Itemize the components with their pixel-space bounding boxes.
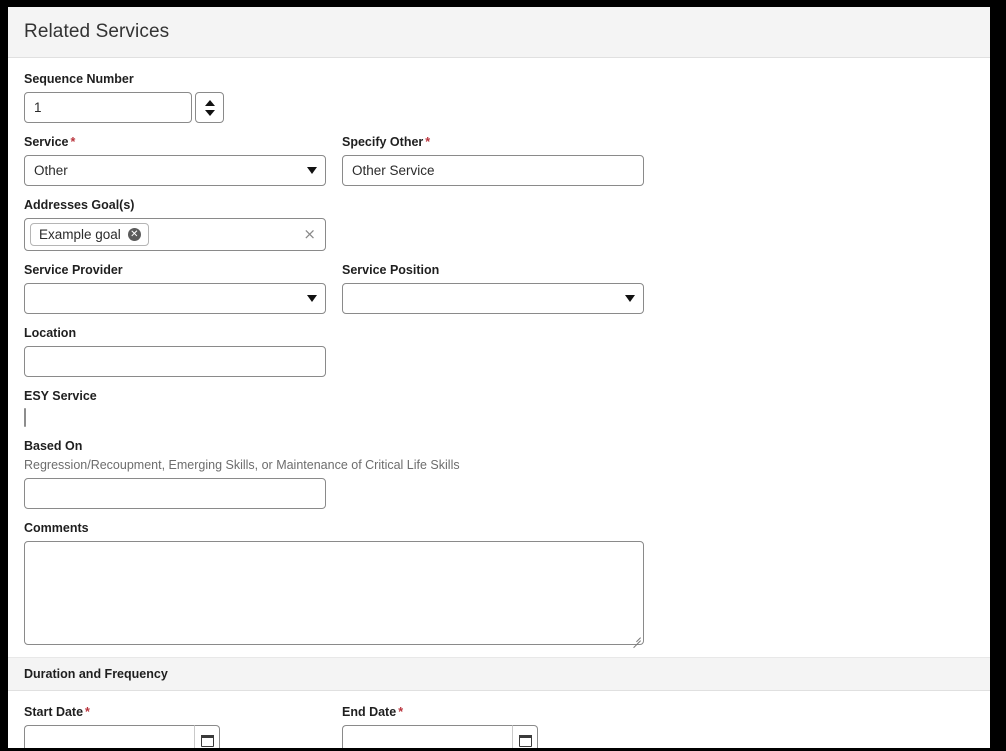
required-marker: * (398, 705, 404, 719)
field-location: Location (24, 326, 974, 377)
start-date-picker[interactable] (24, 725, 326, 748)
field-service: Service * Other (24, 135, 326, 186)
end-date-calendar-button[interactable] (512, 725, 538, 748)
label-end-date-text: End Date (342, 705, 397, 719)
label-comments: Comments (24, 521, 89, 535)
sequence-number-stepper[interactable]: 1 (24, 92, 974, 123)
label-based-on: Based On (24, 439, 83, 453)
field-comments: Comments (24, 521, 974, 649)
field-end-date: End Date * (342, 705, 644, 748)
label-service-position: Service Position (342, 263, 440, 277)
end-date-picker[interactable] (342, 725, 644, 748)
chevron-down-icon[interactable] (625, 295, 635, 302)
start-date-calendar-button[interactable] (194, 725, 220, 748)
service-selected-value: Other (34, 163, 68, 178)
clear-all-x-icon[interactable]: × (303, 227, 319, 242)
service-position-select[interactable] (342, 283, 644, 314)
label-specify-other: Specify Other * (342, 135, 644, 150)
based-on-hint: Regression/Recoupment, Emerging Skills, … (24, 458, 460, 472)
label-service-text: Service (24, 135, 69, 149)
label-start-date: Start Date * (24, 705, 326, 720)
location-input[interactable] (24, 346, 326, 377)
chevron-down-icon[interactable] (307, 295, 317, 302)
label-start-date-text: Start Date (24, 705, 84, 719)
sequence-number-value: 1 (34, 100, 42, 115)
row-provider: Service Provider Service Position (24, 263, 974, 326)
field-esy-service: ESY Service (24, 389, 974, 427)
start-date-input[interactable] (24, 725, 194, 748)
field-sequence-number: Sequence Number 1 (24, 72, 974, 123)
label-specify-other-text: Specify Other (342, 135, 424, 149)
addresses-goals-multiselect[interactable]: Example goal ✕ × (24, 218, 326, 251)
label-sequence-number: Sequence Number (24, 72, 134, 86)
based-on-input[interactable] (24, 478, 326, 509)
specify-other-value: Other Service (352, 163, 435, 178)
sequence-number-input[interactable]: 1 (24, 92, 192, 123)
required-marker: * (70, 135, 76, 149)
label-service: Service * (24, 135, 326, 150)
duration-frequency-title: Duration and Frequency (24, 667, 168, 681)
sequence-number-spin-buttons[interactable] (195, 92, 224, 123)
calendar-icon (200, 734, 214, 747)
comments-textarea[interactable] (24, 541, 644, 649)
row-service: Service * Other Specify Other * Other Serv… (24, 135, 974, 198)
goal-chip[interactable]: Example goal ✕ (30, 223, 149, 246)
caret-up-icon[interactable] (204, 99, 215, 106)
field-start-date: Start Date * (24, 705, 326, 748)
required-marker: * (85, 705, 90, 719)
duration-frequency-header: Duration and Frequency (8, 657, 990, 691)
label-addresses-goals: Addresses Goal(s) (24, 198, 135, 212)
field-addresses-goals: Addresses Goal(s) Example goal ✕ × (24, 198, 974, 251)
related-services-panel: Related Services Sequence Number 1 Servi… (8, 7, 990, 748)
field-service-provider: Service Provider (24, 263, 326, 314)
label-esy-service: ESY Service (24, 389, 97, 403)
panel-header: Related Services (8, 7, 990, 58)
circle-x-icon[interactable]: ✕ (127, 228, 141, 241)
esy-service-checkbox[interactable] (24, 408, 26, 427)
service-select[interactable]: Other (24, 155, 326, 186)
specify-other-input[interactable]: Other Service (342, 155, 644, 186)
service-provider-select[interactable] (24, 283, 326, 314)
calendar-icon (518, 734, 532, 747)
label-location: Location (24, 326, 77, 340)
goal-chip-label: Example goal (39, 227, 121, 242)
field-specify-other: Specify Other * Other Service (342, 135, 644, 186)
required-marker: * (425, 135, 431, 149)
end-date-input[interactable] (342, 725, 512, 748)
duration-frequency-body: Start Date * End Date * (8, 691, 990, 748)
field-service-position: Service Position (342, 263, 644, 314)
label-end-date: End Date * (342, 705, 644, 720)
page-title: Related Services (24, 21, 170, 42)
chevron-down-icon[interactable] (307, 167, 317, 174)
field-based-on: Based On Regression/Recoupment, Emerging… (24, 439, 974, 509)
label-service-provider: Service Provider (24, 263, 123, 277)
form-body: Sequence Number 1 Service * Other Specif… (8, 58, 990, 649)
resize-handle-icon[interactable] (630, 631, 641, 649)
caret-down-icon[interactable] (204, 109, 215, 116)
row-dates: Start Date * End Date * (24, 705, 974, 748)
